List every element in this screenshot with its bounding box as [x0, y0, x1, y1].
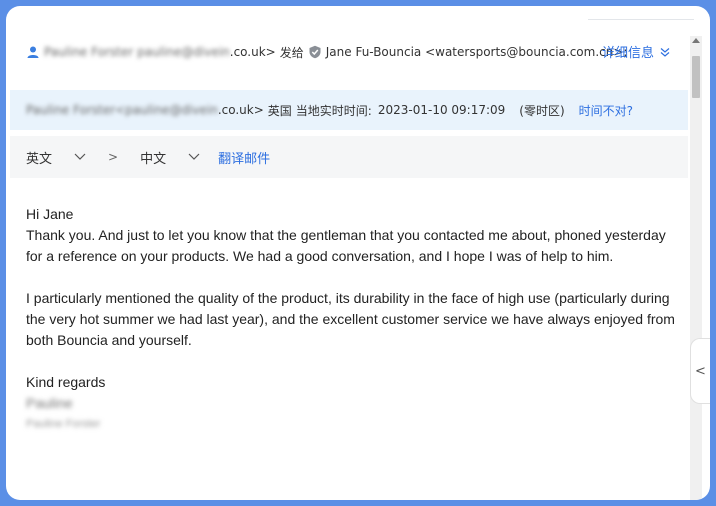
signature-full-name: Pauline Forster [26, 418, 101, 430]
email-window: Pauline Forster pauline@divein .co.uk> 发… [6, 6, 710, 500]
vertical-scrollbar[interactable] [690, 36, 702, 500]
chevron-down-icon [74, 153, 86, 160]
body-line: the very hot summer we had last year), a… [26, 311, 675, 327]
sender-email-suffix: .co.uk> [229, 45, 276, 59]
scroll-thumb[interactable] [692, 56, 700, 98]
source-language-dropdown[interactable]: 英文 [26, 148, 86, 167]
sent-to-label: 发给 [279, 45, 304, 60]
body-line: I particularly mentioned the quality of … [26, 290, 670, 306]
local-time-label: 当地实时时间: [295, 103, 372, 118]
details-link[interactable]: 详细信息 [602, 42, 670, 61]
body-line: for a reference on your products. We had… [26, 248, 614, 264]
target-language-label: 中文 [140, 151, 167, 167]
greeting: Hi Jane [26, 206, 74, 222]
local-time-bar: Pauline Forster<pauline@divein .co.uk> 英… [10, 90, 688, 130]
time-bar-sender-suffix: .co.uk> [217, 103, 264, 117]
country: 英国 [267, 103, 292, 118]
target-language-dropdown[interactable]: 中文 [140, 148, 200, 167]
translate-bar: 英文 > 中文 翻译邮件 [10, 136, 688, 178]
chevron-down-icon [188, 153, 200, 160]
top-toolbar-stub [588, 6, 694, 20]
time-bar-sender: Pauline Forster<pauline@divein [26, 103, 218, 117]
sender-name[interactable]: Pauline Forster [44, 45, 133, 59]
recipient[interactable]: Jane Fu-Bouncia <watersports@bouncia.com… [326, 45, 628, 59]
message-body: Hi Jane Thank you. And just to let you k… [26, 204, 676, 435]
wrong-time-link[interactable]: 时间不对? [579, 102, 633, 119]
source-language-label: 英文 [26, 151, 53, 167]
translate-email-link[interactable]: 翻译邮件 [218, 148, 270, 167]
person-icon [27, 46, 39, 58]
body-line: Thank you. And just to let you know that… [26, 227, 666, 243]
closing: Kind regards [26, 374, 106, 390]
local-time: 2023-01-10 09:17:09 [377, 103, 506, 117]
timezone: (零时区) [519, 103, 565, 118]
scroll-up-arrow-icon[interactable] [692, 38, 700, 43]
sender-email-blurred: pauline@divein [137, 45, 230, 59]
chevron-left-icon: < [695, 363, 706, 379]
signature-name: Pauline [26, 395, 73, 411]
sender-row: Pauline Forster pauline@divein .co.uk> 发… [10, 20, 688, 84]
body-line: both Bouncia and yourself. [26, 332, 192, 348]
side-panel-toggle[interactable]: < [690, 338, 710, 404]
email-content: Pauline Forster pauline@divein .co.uk> 发… [10, 20, 688, 500]
details-link-label: 详细信息 [601, 46, 654, 61]
double-chevron-down-icon [660, 47, 670, 57]
language-arrow: > [108, 150, 119, 164]
verified-shield-icon [309, 45, 321, 59]
